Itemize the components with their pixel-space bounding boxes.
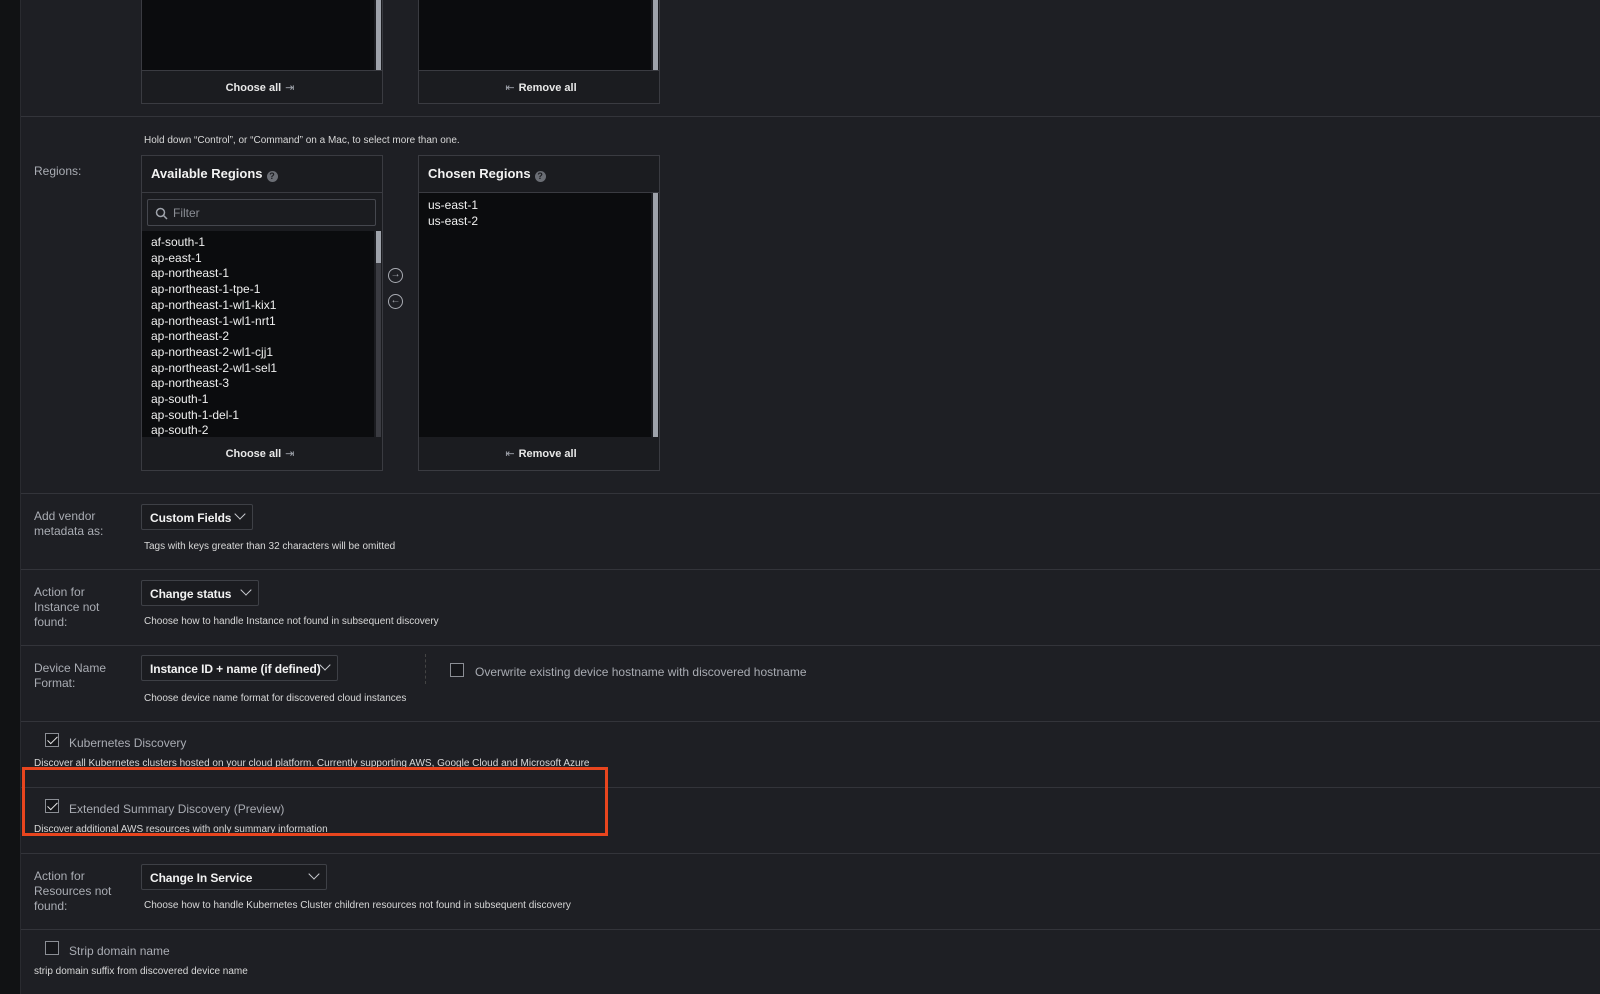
available-region-option[interactable]: ap-northeast-1-wl1-nrt1 — [142, 314, 374, 330]
region-filter-input[interactable]: Filter — [147, 199, 376, 226]
device-name-format-label: Device Name Format: — [34, 661, 107, 690]
kubernetes-discovery-label: Kubernetes Discovery — [69, 736, 187, 750]
available-regions-title: Available Regions? — [142, 156, 382, 193]
resources-not-found-row: Action for Resources not found: Change I… — [21, 854, 1600, 930]
chosen-regions-box: Chosen Regions? us-east-1 us-east-2 ⇤ Remo… — [418, 155, 660, 471]
device-name-format-help: Choose device name format for discovered… — [144, 693, 407, 704]
services-remove-all-button[interactable]: ⇤ Remove all — [419, 70, 659, 104]
available-services-box: Choose all ⇥ — [141, 0, 383, 104]
help-icon[interactable]: ? — [534, 171, 546, 182]
chosen-regions-title: Chosen Regions? — [419, 156, 659, 193]
available-region-option[interactable]: ap-northeast-2-wl1-sel1 — [142, 361, 374, 377]
resources-not-found-label: Action for Resources not found: — [34, 869, 112, 913]
available-regions-title-text: Available Regions — [151, 166, 263, 181]
available-regions-box: Available Regions? Filter af-south-1 ap-e… — [141, 155, 383, 471]
chosen-services-scrollbar[interactable] — [653, 0, 658, 70]
chosen-regions-list[interactable]: us-east-1 us-east-2 — [419, 193, 651, 437]
chosen-services-list[interactable] — [419, 0, 651, 70]
chevron-down-icon — [308, 868, 320, 880]
available-region-option[interactable]: ap-northeast-2-wl1-cjj1 — [142, 345, 374, 361]
help-icon[interactable]: ? — [266, 171, 278, 182]
arrow-right-bar-icon: ⇥ — [285, 448, 295, 460]
strip-domain-checkbox[interactable] — [45, 941, 59, 955]
regions-remove-all-button[interactable]: ⇤ Remove all — [419, 437, 659, 471]
arrow-left-bar-icon: ⇤ — [505, 82, 515, 94]
choose-region-arrow-icon[interactable]: → — [388, 268, 403, 283]
remove-all-label: Remove all — [518, 448, 577, 460]
chosen-regions-title-text: Chosen Regions — [428, 166, 531, 181]
device-name-format-row: Device Name Format: Instance ID + name (… — [21, 646, 1600, 722]
available-regions-scrollthumb[interactable] — [376, 231, 381, 263]
resources-not-found-help: Choose how to handle Kubernetes Cluster … — [144, 900, 571, 911]
instance-not-found-row: Action for Instance not found: Change st… — [21, 570, 1600, 646]
vendor-metadata-select[interactable]: Custom Fields — [141, 504, 253, 530]
instance-not-found-help: Choose how to handle Instance not found … — [144, 616, 439, 627]
vendor-metadata-value: Custom Fields — [150, 511, 232, 525]
available-region-option[interactable]: ap-south-1-del-1 — [142, 408, 374, 424]
choose-all-label: Choose all — [225, 448, 282, 460]
services-choose-all-button[interactable]: Choose all ⇥ — [142, 70, 382, 104]
chosen-region-option[interactable]: us-east-2 — [419, 214, 651, 230]
chosen-services-box: ⇤ Remove all — [418, 0, 660, 104]
strip-domain-row: Strip domain name strip domain suffix fr… — [21, 930, 1600, 994]
chosen-regions-scrollbar[interactable] — [653, 193, 658, 437]
arrow-left-bar-icon: ⇤ — [505, 448, 515, 460]
available-services-scrollbar[interactable] — [376, 0, 381, 70]
regions-hint: Hold down “Control”, or “Command” on a M… — [144, 135, 460, 146]
available-region-option[interactable]: af-south-1 — [142, 235, 374, 251]
aws-discovery-form: Choose all ⇥ ⇤ Remove all Regions: Hold do… — [21, 0, 1600, 994]
strip-domain-help: strip domain suffix from discovered devi… — [34, 966, 248, 977]
highlight-annotation-box — [22, 767, 608, 836]
available-region-option[interactable]: ap-northeast-3 — [142, 376, 374, 392]
column-divider — [425, 654, 426, 684]
overwrite-hostname-label: Overwrite existing device hostname with … — [475, 665, 807, 679]
overwrite-hostname-checkbox[interactable] — [450, 663, 464, 677]
regions-label: Regions: — [34, 164, 82, 178]
strip-domain-label: Strip domain name — [69, 944, 170, 958]
services-row: Choose all ⇥ ⇤ Remove all — [21, 0, 1600, 117]
available-region-option[interactable]: ap-south-2 — [142, 423, 374, 437]
vendor-metadata-row: Add vendor metadata as: Custom Fields Ta… — [21, 494, 1600, 570]
resources-not-found-value: Change In Service — [150, 871, 253, 885]
instance-not-found-select[interactable]: Change status — [141, 580, 259, 606]
search-icon — [155, 207, 168, 220]
available-region-option[interactable]: ap-northeast-1-tpe-1 — [142, 282, 374, 298]
vendor-metadata-help: Tags with keys greater than 32 character… — [144, 541, 396, 552]
regions-row: Regions: Hold down “Control”, or “Comman… — [21, 117, 1600, 494]
chosen-region-option[interactable]: us-east-1 — [419, 198, 651, 214]
kubernetes-discovery-checkbox[interactable] — [45, 733, 59, 747]
available-region-option[interactable]: ap-south-1 — [142, 392, 374, 408]
remove-region-arrow-icon[interactable]: ← — [388, 294, 403, 309]
available-region-option[interactable]: ap-northeast-1-wl1-kix1 — [142, 298, 374, 314]
available-region-option[interactable]: ap-east-1 — [142, 251, 374, 267]
remove-all-label: Remove all — [518, 82, 577, 94]
available-services-list[interactable] — [142, 0, 374, 70]
vendor-metadata-label: Add vendor metadata as: — [34, 509, 104, 538]
instance-not-found-label: Action for Instance not found: — [34, 585, 100, 629]
chevron-down-icon — [240, 584, 252, 596]
available-regions-list[interactable]: af-south-1 ap-east-1 ap-northeast-1 ap-nort… — [142, 231, 374, 437]
left-sidebar-strip — [0, 0, 21, 994]
device-name-format-value: Instance ID + name (if defined) — [150, 662, 321, 676]
choose-all-label: Choose all — [225, 82, 282, 94]
device-name-format-select[interactable]: Instance ID + name (if defined) — [141, 655, 338, 681]
regions-choose-all-button[interactable]: Choose all ⇥ — [142, 437, 382, 471]
chevron-down-icon — [319, 659, 331, 671]
chevron-down-icon — [234, 508, 246, 520]
available-region-option[interactable]: ap-northeast-2 — [142, 329, 374, 345]
filter-placeholder: Filter — [173, 206, 200, 220]
instance-not-found-value: Change status — [150, 587, 232, 601]
resources-not-found-select[interactable]: Change In Service — [141, 864, 327, 890]
arrow-right-bar-icon: ⇥ — [285, 82, 295, 94]
available-region-option[interactable]: ap-northeast-1 — [142, 266, 374, 282]
